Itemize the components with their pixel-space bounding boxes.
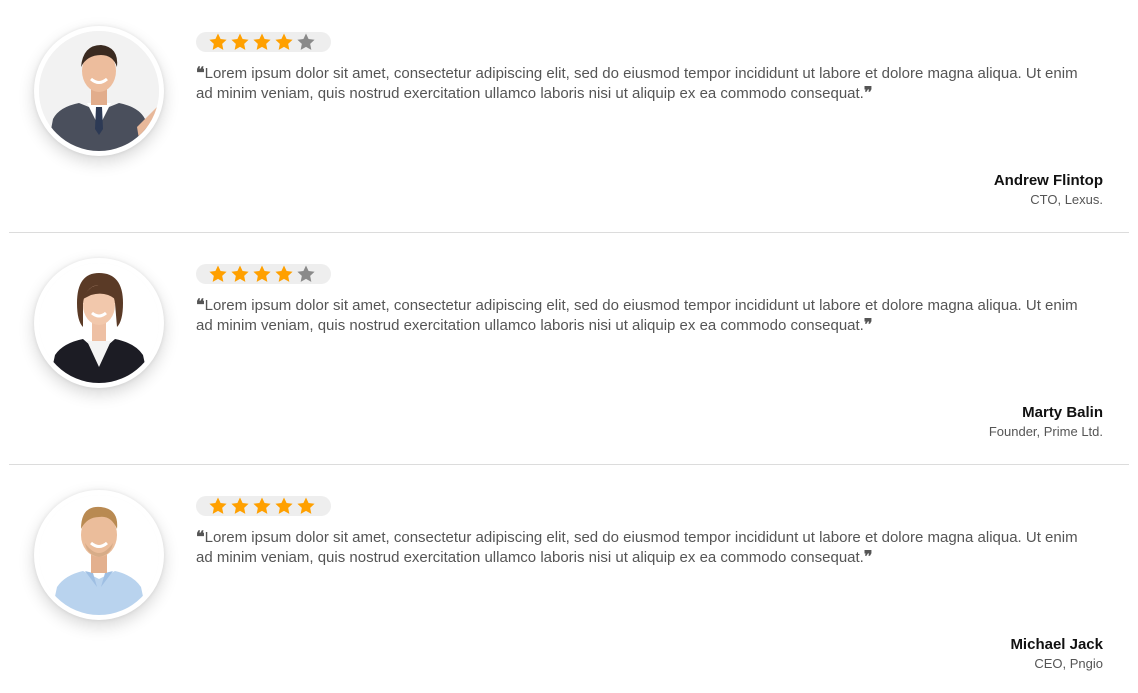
testimonial-card: ❝Lorem ipsum dolor sit amet, consectetur… [0,232,1138,465]
avatar [34,26,164,156]
star-filled-icon [296,496,316,516]
star-empty-icon [296,264,316,284]
star-filled-icon [274,496,294,516]
star-rating [196,32,331,52]
testimonial-quote: ❝Lorem ipsum dolor sit amet, consectetur… [196,63,1096,103]
avatar [34,258,164,388]
author-role: CEO, Pngio [1034,656,1103,671]
open-quote-icon: ❝ [196,63,205,82]
author-role: CTO, Lexus. [1030,192,1103,207]
close-quote-icon: ❞ [863,315,873,334]
open-quote-icon: ❝ [196,295,205,314]
star-rating [196,264,331,284]
close-quote-icon: ❞ [863,547,873,566]
testimonial-quote: ❝Lorem ipsum dolor sit amet, consectetur… [196,295,1096,335]
quote-text: Lorem ipsum dolor sit amet, consectetur … [196,65,1078,102]
star-filled-icon [230,496,250,516]
testimonial-list: ❝Lorem ipsum dolor sit amet, consectetur… [0,0,1138,693]
quote-text: Lorem ipsum dolor sit amet, consectetur … [196,297,1078,334]
star-filled-icon [230,32,250,52]
star-filled-icon [252,264,272,284]
quote-text: Lorem ipsum dolor sit amet, consectetur … [196,529,1078,566]
star-filled-icon [252,496,272,516]
star-filled-icon [230,264,250,284]
author-name: Andrew Flintop [993,172,1103,189]
star-filled-icon [208,264,228,284]
close-quote-icon: ❞ [863,83,873,102]
star-filled-icon [274,264,294,284]
testimonial-card: ❝Lorem ipsum dolor sit amet, consectetur… [0,0,1138,233]
star-filled-icon [208,496,228,516]
star-rating [196,496,331,516]
star-filled-icon [252,32,272,52]
open-quote-icon: ❝ [196,527,205,546]
avatar [34,490,164,620]
author-name: Michael Jack [1010,636,1103,653]
man-in-blue-shirt-photo-icon [39,495,159,615]
testimonial-card: ❝Lorem ipsum dolor sit amet, consectetur… [0,464,1138,693]
author-role: Founder, Prime Ltd. [988,424,1103,439]
star-filled-icon [274,32,294,52]
star-empty-icon [296,32,316,52]
author-name: Marty Balin [1022,404,1103,421]
testimonial-quote: ❝Lorem ipsum dolor sit amet, consectetur… [196,527,1096,567]
woman-in-blazer-photo-icon [39,263,159,383]
man-in-suit-photo-icon [39,31,159,151]
star-filled-icon [208,32,228,52]
